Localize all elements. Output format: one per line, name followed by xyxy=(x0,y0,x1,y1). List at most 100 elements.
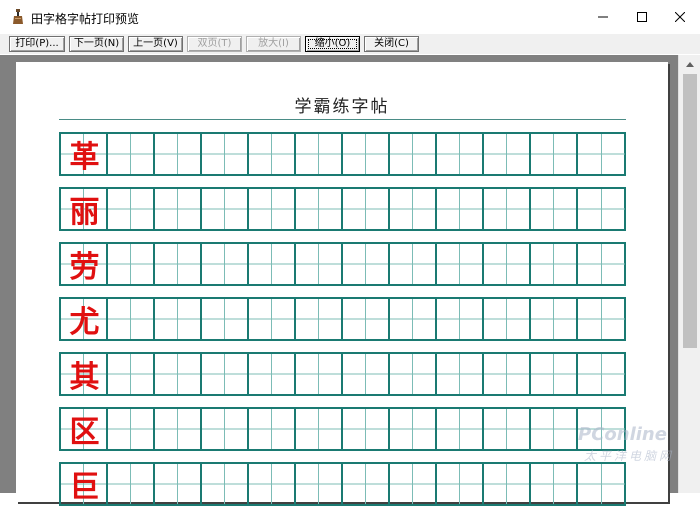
model-character: 丽 xyxy=(69,195,100,230)
practice-cell xyxy=(578,354,625,394)
maximize-icon xyxy=(637,12,647,22)
practice-cell xyxy=(155,409,202,449)
scroll-thumb[interactable] xyxy=(683,74,697,348)
practice-cell xyxy=(343,299,390,339)
practice-cell xyxy=(296,299,343,339)
practice-cell xyxy=(578,464,625,504)
practice-cell xyxy=(343,134,390,174)
practice-cell xyxy=(249,299,296,339)
practice-cell xyxy=(531,244,578,284)
practice-cell xyxy=(108,354,155,394)
practice-cell xyxy=(390,464,437,504)
practice-cell xyxy=(437,134,484,174)
practice-cell xyxy=(531,189,578,229)
practice-cell xyxy=(578,299,625,339)
practice-cell xyxy=(108,299,155,339)
model-character-cell: 区 xyxy=(61,409,108,450)
practice-cell xyxy=(578,189,625,229)
model-character-cell: 其 xyxy=(61,354,108,395)
practice-cell xyxy=(108,409,155,449)
practice-cell xyxy=(437,464,484,504)
print-button[interactable]: 打印(P)... xyxy=(9,36,65,52)
app-icon xyxy=(13,9,23,24)
watermark-brand: PConline xyxy=(578,424,667,445)
model-character: 区 xyxy=(69,415,100,450)
close-preview-button[interactable]: 关闭(C) xyxy=(364,36,419,52)
practice-cell xyxy=(296,409,343,449)
practice-cell xyxy=(484,244,531,284)
practice-cell xyxy=(155,244,202,284)
watermark-logo: PConline 太平洋电脑网 xyxy=(560,420,680,470)
practice-cell xyxy=(484,409,531,449)
practice-cell xyxy=(437,409,484,449)
practice-cell xyxy=(155,189,202,229)
practice-cell xyxy=(437,354,484,394)
practice-cell xyxy=(531,134,578,174)
practice-cell xyxy=(202,134,249,174)
model-character-cell: 丽 xyxy=(61,189,108,230)
practice-cell xyxy=(249,244,296,284)
model-character: 劳 xyxy=(69,250,100,285)
practice-cell xyxy=(249,134,296,174)
practice-cell xyxy=(578,134,625,174)
minimize-icon xyxy=(598,16,608,18)
model-character-cell: 巨 xyxy=(61,464,108,505)
prev-page-button[interactable]: 上一页(V) xyxy=(128,36,183,52)
practice-cell xyxy=(202,299,249,339)
practice-cell xyxy=(531,299,578,339)
practice-cell xyxy=(296,244,343,284)
practice-cell xyxy=(249,464,296,504)
practice-cell xyxy=(155,464,202,504)
vertical-scrollbar[interactable] xyxy=(678,55,700,493)
practice-cell xyxy=(343,189,390,229)
practice-row: 丽 xyxy=(59,187,626,231)
practice-cell xyxy=(578,244,625,284)
practice-cell xyxy=(390,244,437,284)
scroll-up-button[interactable] xyxy=(679,55,700,73)
practice-cell xyxy=(390,134,437,174)
practice-cell xyxy=(343,354,390,394)
practice-cell xyxy=(531,354,578,394)
practice-cell xyxy=(343,464,390,504)
practice-cell xyxy=(390,189,437,229)
practice-cell xyxy=(249,354,296,394)
practice-row: 革 xyxy=(59,132,626,176)
zoom-in-button[interactable]: 放大(I) xyxy=(246,36,301,52)
close-button[interactable] xyxy=(657,0,700,34)
practice-cell xyxy=(390,354,437,394)
practice-cell xyxy=(108,464,155,504)
practice-cell xyxy=(108,134,155,174)
practice-cell xyxy=(202,409,249,449)
model-character: 尤 xyxy=(69,305,100,340)
document-title: 学霸练字帖 xyxy=(294,97,390,117)
model-character-cell: 尤 xyxy=(61,299,108,340)
zoom-out-button[interactable]: 缩小(O) xyxy=(305,36,360,52)
model-character: 其 xyxy=(69,360,100,395)
practice-cell xyxy=(296,134,343,174)
practice-cell xyxy=(202,244,249,284)
practice-cell xyxy=(296,189,343,229)
practice-cell xyxy=(296,464,343,504)
model-character-cell: 劳 xyxy=(61,244,108,285)
chevron-up-icon xyxy=(686,61,694,67)
toolbar: 打印(P)... 下一页(N) 上一页(V) 双页(T) 放大(I) 缩小(O)… xyxy=(0,34,700,54)
practice-cell xyxy=(249,409,296,449)
practice-cell xyxy=(155,299,202,339)
practice-cell xyxy=(343,409,390,449)
practice-cell xyxy=(202,354,249,394)
practice-cell xyxy=(437,244,484,284)
practice-row: 劳 xyxy=(59,242,626,286)
practice-cell xyxy=(202,464,249,504)
practice-cell xyxy=(390,299,437,339)
practice-cell xyxy=(202,189,249,229)
practice-cell xyxy=(155,354,202,394)
two-page-button[interactable]: 双页(T) xyxy=(187,36,242,52)
model-character-cell: 革 xyxy=(61,134,108,175)
practice-row: 巨 xyxy=(59,462,626,506)
practice-cell xyxy=(249,189,296,229)
practice-cell xyxy=(108,189,155,229)
next-page-button[interactable]: 下一页(N) xyxy=(69,36,124,52)
practice-cell xyxy=(531,464,578,504)
practice-cell xyxy=(437,299,484,339)
close-icon xyxy=(675,12,685,22)
